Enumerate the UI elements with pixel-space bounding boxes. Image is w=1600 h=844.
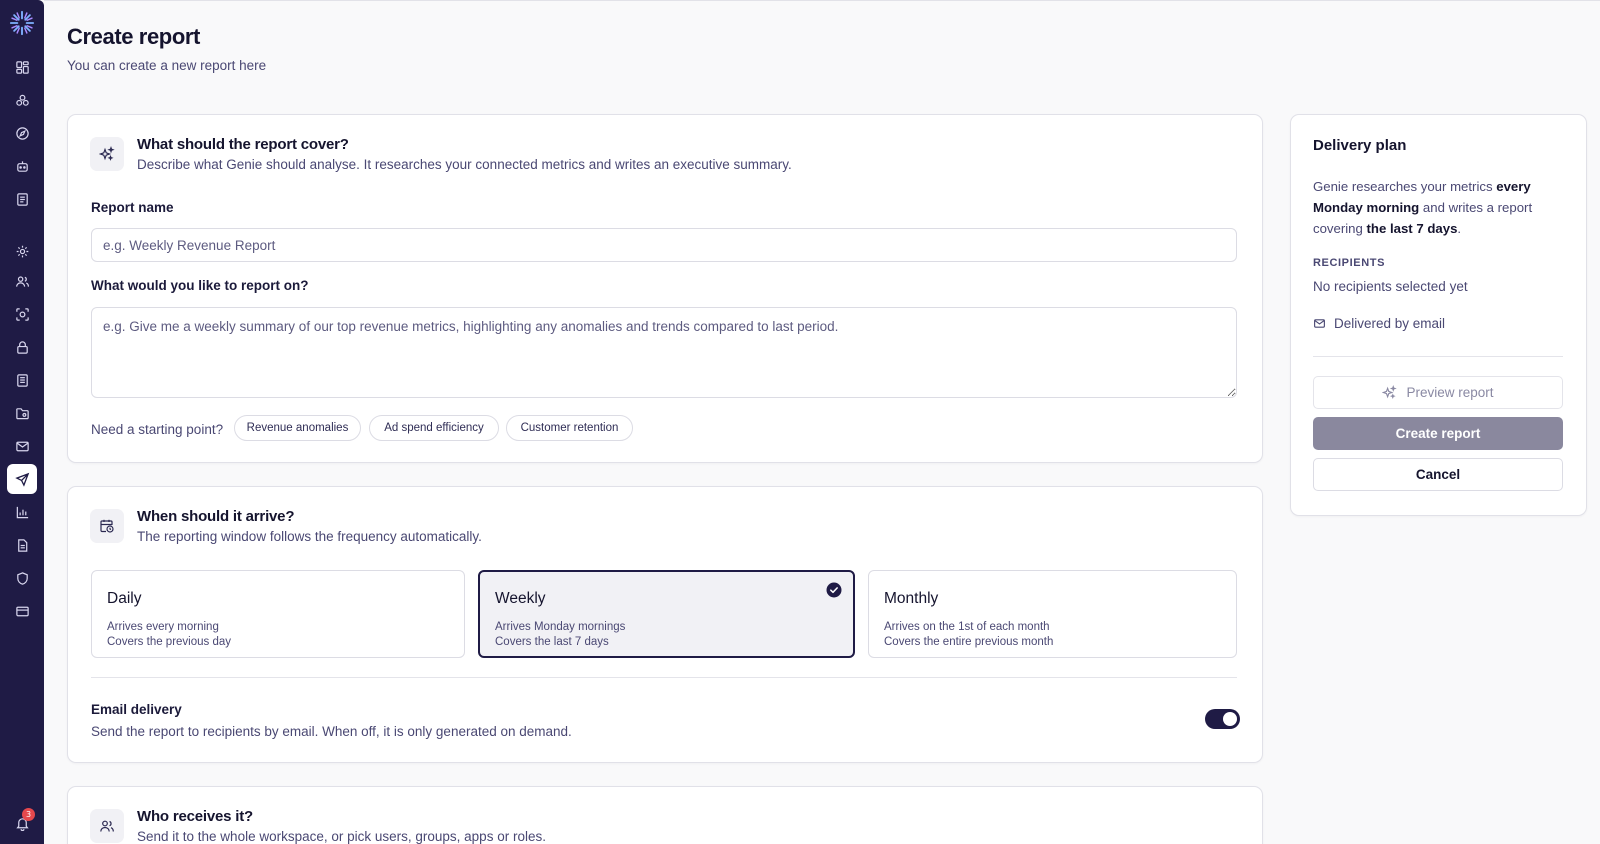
notebook-icon[interactable] [7,184,37,214]
frequency-title: Daily [107,590,142,607]
users-icon[interactable] [7,266,37,296]
preview-report-button[interactable]: Preview report [1313,376,1563,409]
cover-description: Describe what Genie should analyse. It r… [137,157,792,172]
recipients-description: Send it to the whole workspace, or pick … [137,829,546,844]
delivery-plan-summary: Genie researches your metrics every Mond… [1313,179,1533,236]
shield-icon[interactable] [7,563,37,593]
bell-icon[interactable]: 3 [7,808,37,838]
cover-title: What should the report cover? [137,136,349,153]
integrations-icon[interactable] [7,85,37,115]
schedule-title: When should it arrive? [137,508,295,525]
calendar-clock-icon [90,509,124,543]
email-delivery-label: Email delivery [91,702,182,717]
report-topic-label: What would you like to report on? [91,278,309,293]
report-name-input[interactable] [91,228,1237,262]
delivery-plan-title: Delivery plan [1313,137,1407,154]
frequency-arrival: Arrives on the 1st of each month [884,621,1050,633]
frequency-arrival: Arrives Monday mornings [495,621,626,633]
delivery-method-text: Delivered by email [1334,316,1446,331]
frequency-coverage: Covers the entire previous month [884,636,1054,648]
sparkles-icon [90,137,124,171]
bot-icon[interactable] [7,151,37,181]
recipients-card: Who receives it? Send it to the whole wo… [67,786,1263,844]
divider [1313,356,1563,357]
schedule-description: The reporting window follows the frequen… [137,529,482,544]
compass-icon[interactable] [7,118,37,148]
report-name-label: Report name [91,200,174,215]
book-icon[interactable] [7,365,37,395]
page-title: Create report [67,24,200,49]
frequency-option-weekly[interactable]: Weekly Arrives Monday mornings Covers th… [478,570,855,658]
send-icon[interactable] [7,464,37,494]
users-icon [90,809,124,843]
preview-report-label: Preview report [1406,385,1494,400]
suggestion-chip-ad-spend-efficiency[interactable]: Ad spend efficiency [369,415,499,441]
create-report-button[interactable]: Create report [1313,417,1563,450]
starting-point-label: Need a starting point? [91,422,224,437]
recipients-title: Who receives it? [137,808,254,825]
email-delivery-toggle[interactable] [1205,709,1240,729]
mail-icon[interactable] [7,431,37,461]
sidebar: 3 [0,0,44,844]
notification-badge: 3 [22,808,35,821]
frequency-option-monthly[interactable]: Monthly Arrives on the 1st of each month… [868,570,1237,658]
report-topic-textarea[interactable] [91,307,1237,398]
frequency-arrival: Arrives every morning [107,621,219,633]
cover-card: What should the report cover? Describe w… [67,114,1263,463]
logo-icon[interactable] [7,8,37,38]
delivery-plan-panel: Delivery plan Genie researches your metr… [1290,114,1587,516]
sparkles-icon [1382,385,1398,399]
recipients-label: RECIPIENTS [1313,257,1386,269]
schedule-card: When should it arrive? The reporting win… [67,486,1263,763]
lock-icon[interactable] [7,332,37,362]
mail-icon [1314,319,1325,328]
settings-icon[interactable] [7,236,37,266]
document-icon[interactable] [7,530,37,560]
suggestion-chip-customer-retention[interactable]: Customer retention [506,415,633,441]
page-subtitle: You can create a new report here [67,58,267,73]
top-border [44,0,1600,1]
frequency-title: Monthly [884,590,939,607]
divider [91,677,1237,678]
suggestion-chip-revenue-anomalies[interactable]: Revenue anomalies [234,415,361,441]
check-circle-icon [826,582,842,598]
delivery-method: Delivered by email [1313,316,1445,331]
toggle-knob [1223,712,1237,726]
frequency-title: Weekly [495,590,546,607]
bar-chart-icon[interactable] [7,497,37,527]
scan-icon[interactable] [7,299,37,329]
folder-icon[interactable] [7,398,37,428]
dashboard-icon[interactable] [7,52,37,82]
frequency-option-daily[interactable]: Daily Arrives every morning Covers the p… [91,570,465,658]
recipients-value: No recipients selected yet [1313,279,1468,294]
frequency-coverage: Covers the last 7 days [495,636,609,648]
frequency-coverage: Covers the previous day [107,636,232,648]
credit-card-icon[interactable] [7,596,37,626]
cancel-button[interactable]: Cancel [1313,458,1563,491]
email-delivery-description: Send the report to recipients by email. … [91,724,572,739]
